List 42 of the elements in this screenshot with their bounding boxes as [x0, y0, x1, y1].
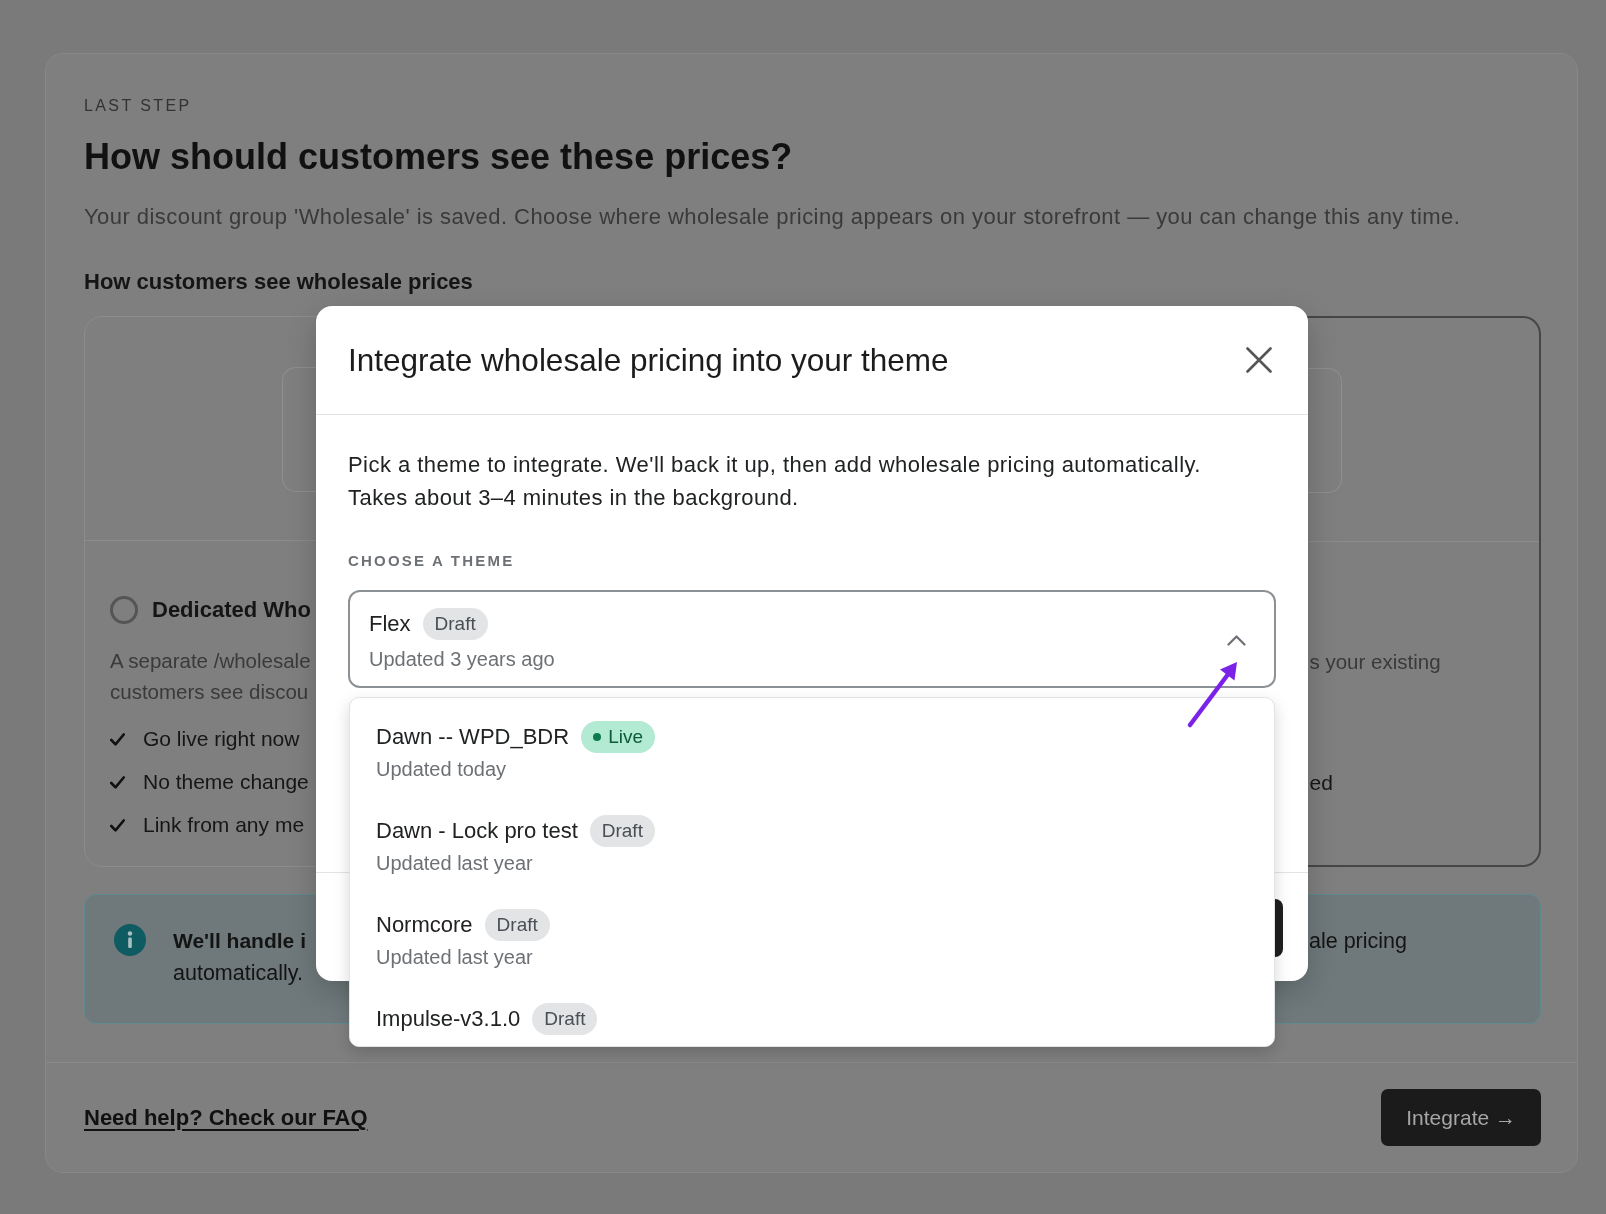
- theme-select[interactable]: Flex Draft Updated 3 years ago: [348, 590, 1276, 688]
- info-icon: [114, 924, 146, 956]
- updated-text: Updated last year: [376, 945, 533, 970]
- badge-label: Draft: [434, 612, 476, 636]
- integrate-button[interactable]: Integrate →: [1381, 1089, 1541, 1146]
- feature-text: Go live right now: [143, 726, 300, 752]
- option-description: A separate /wholesale customers see discou: [110, 648, 311, 705]
- theme-name[interactable]: Dawn - Lock pro test: [376, 817, 578, 845]
- check-icon: [110, 732, 125, 746]
- feature-text: ed: [1309, 770, 1333, 796]
- badge-label: Live: [608, 725, 643, 749]
- option-description: s your existing: [1309, 649, 1441, 675]
- updated-text: Updated today: [376, 757, 507, 782]
- check-icon: [110, 818, 125, 832]
- badge-label: Draft: [496, 913, 538, 937]
- section-title: How customers see wholesale prices: [84, 268, 473, 296]
- field-label: CHOOSE A THEME: [348, 551, 515, 571]
- notice-text: automatically.: [173, 960, 303, 987]
- updated-text: Updated 3 years ago: [369, 647, 555, 672]
- badge-label: Draft: [601, 819, 643, 843]
- radio-button[interactable]: [110, 596, 138, 624]
- updated-text: Updated last year: [376, 851, 533, 876]
- notice-title: We'll handle i: [173, 928, 306, 954]
- notice-text: ale pricing: [1309, 928, 1407, 955]
- feature-text: Link from any me: [143, 812, 305, 838]
- theme-name[interactable]: Dawn -- WPD_BDR: [376, 723, 570, 751]
- feature-text: No theme change: [143, 769, 309, 795]
- selected-theme-name: Flex: [369, 610, 411, 638]
- check-icon: [110, 775, 125, 789]
- dialog-title: Integrate wholesale pricing into your theme: [348, 341, 949, 379]
- step-label: LAST STEP: [84, 96, 192, 116]
- dialog-description: Pick a theme to integrate. We'll back it up, then add wholesale pricing automatically. Takes about 3–4 minutes in the background.: [348, 451, 1201, 512]
- page-title: How should customers see these prices?: [84, 135, 793, 179]
- close-button[interactable]: [1246, 347, 1272, 373]
- badge-label: Draft: [544, 1007, 586, 1031]
- page-description: Your discount group 'Wholesale' is saved. Choose where wholesale pricing appears on your storefront — you can change this any time.: [84, 203, 1461, 231]
- theme-name[interactable]: Impulse-v3.1.0: [376, 1005, 521, 1033]
- status-dot-icon: [593, 733, 602, 741]
- help-link[interactable]: Need help? Check our FAQ: [84, 1104, 368, 1131]
- close-icon: [1246, 347, 1272, 373]
- theme-name[interactable]: Normcore: [376, 911, 473, 939]
- option-title: Dedicated Who: [152, 596, 311, 624]
